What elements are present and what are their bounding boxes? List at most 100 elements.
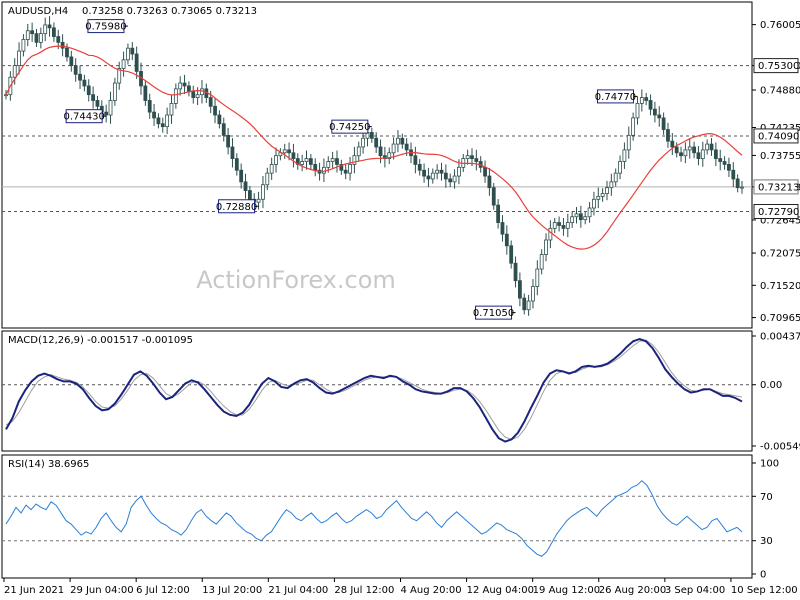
candle-body <box>517 280 522 299</box>
candle-body <box>165 114 170 128</box>
candle-body <box>474 158 479 162</box>
x-tick-label: 29 Jun 04:00 <box>70 585 134 596</box>
candle-body <box>378 146 383 157</box>
candle-body <box>631 117 636 136</box>
candle-body <box>291 152 296 160</box>
x-tick-label: 13 Jul 20:00 <box>202 585 262 596</box>
candle-body <box>587 207 592 218</box>
candle-body <box>330 158 335 162</box>
candle-body <box>243 181 248 191</box>
candle-body <box>261 184 265 200</box>
candle-body <box>570 216 575 223</box>
price-panel-ohlc: 0.73258 0.73263 0.73065 0.73213 <box>82 6 257 17</box>
annotation-label: 0.72880 <box>216 202 257 213</box>
candle-body <box>173 88 178 104</box>
candle-body <box>352 155 357 165</box>
candle-body <box>622 149 627 162</box>
macd-tick-label: 0.00 <box>760 380 782 391</box>
candle-body <box>439 169 444 174</box>
price-tick-label: 0.71520 <box>760 281 800 292</box>
candle-body <box>448 178 453 183</box>
annotation-label: 0.74430 <box>63 112 104 123</box>
price-badge-label: 0.72790 <box>758 207 799 218</box>
candle-body <box>126 47 130 61</box>
candle-body <box>422 169 426 177</box>
price-badge-label: 0.73213 <box>758 182 799 193</box>
candle-body <box>247 190 252 200</box>
rsi-tick-label: 70 <box>760 492 773 503</box>
x-tick-label: 3 Sep 04:00 <box>665 585 725 596</box>
candle-body <box>265 172 270 186</box>
candle-body <box>82 79 87 87</box>
candle-body <box>465 155 470 160</box>
annotation-label: 0.74770 <box>595 92 636 103</box>
price-badge-label: 0.74090 <box>758 131 799 142</box>
candle-body <box>282 149 287 154</box>
macd-tick-label: 0.004371 <box>760 332 800 343</box>
candle-body <box>191 91 196 98</box>
candle-body <box>661 117 666 130</box>
candle-body <box>735 178 740 189</box>
candle-body <box>526 300 531 311</box>
candle-body <box>609 181 614 189</box>
price-badge-label: 0.75300 <box>758 61 799 72</box>
candle-body <box>160 123 165 128</box>
candle-body <box>674 146 679 154</box>
candle-body <box>69 56 74 67</box>
candle-body <box>657 114 662 119</box>
candle-body <box>400 137 405 145</box>
rsi-tick-label: 0 <box>760 570 766 581</box>
candle-body <box>713 149 718 160</box>
candle-body <box>670 140 675 148</box>
x-tick-label: 21 Jul 04:00 <box>268 585 328 596</box>
candle-body <box>43 24 48 35</box>
candle-body <box>287 149 291 154</box>
candle-body <box>47 24 52 29</box>
candle-body <box>12 65 17 78</box>
candle-body <box>182 82 187 87</box>
candle-body <box>343 169 348 174</box>
candle-body <box>565 222 570 229</box>
candle-body <box>552 222 557 229</box>
candle-body <box>348 164 352 174</box>
candle-body <box>208 97 213 107</box>
candle-body <box>722 161 727 165</box>
candle-body <box>496 204 501 223</box>
candle-body <box>239 169 244 183</box>
candle-body <box>430 172 435 180</box>
candle-body <box>230 146 235 160</box>
candle-body <box>626 134 631 151</box>
candle-body <box>417 164 422 171</box>
candle-body <box>30 30 35 35</box>
candle-body <box>121 59 126 69</box>
x-tick-label: 10 Sep 12:00 <box>731 585 798 596</box>
rsi-tick-label: 100 <box>760 459 779 470</box>
candle-body <box>513 262 518 282</box>
macd-tick-label: -0.005495 <box>760 442 800 453</box>
price-tick-label: 0.73755 <box>760 151 800 162</box>
candle-body <box>147 100 152 113</box>
candle-body <box>108 100 113 116</box>
candle-body <box>700 149 705 160</box>
candle-body <box>313 164 318 171</box>
candle-body <box>104 111 109 116</box>
candle-body <box>269 164 274 174</box>
candle-body <box>618 161 622 174</box>
candle-body <box>326 161 331 168</box>
candle-body <box>709 143 714 151</box>
candle-body <box>73 65 78 75</box>
candle-body <box>605 187 609 194</box>
candle-body <box>130 47 135 55</box>
candle-body <box>274 155 278 165</box>
candle-body <box>731 169 736 180</box>
candle-body <box>335 158 339 165</box>
candle-body <box>548 227 553 241</box>
candle-body <box>300 161 305 165</box>
candle-body <box>692 146 696 154</box>
candle-body <box>504 233 509 247</box>
candle-body <box>60 41 65 49</box>
candle-body <box>34 33 39 43</box>
x-tick-label: 4 Aug 20:00 <box>401 585 462 596</box>
price-panel-title: AUDUSD,H4 <box>8 6 68 17</box>
candle-body <box>86 85 91 96</box>
